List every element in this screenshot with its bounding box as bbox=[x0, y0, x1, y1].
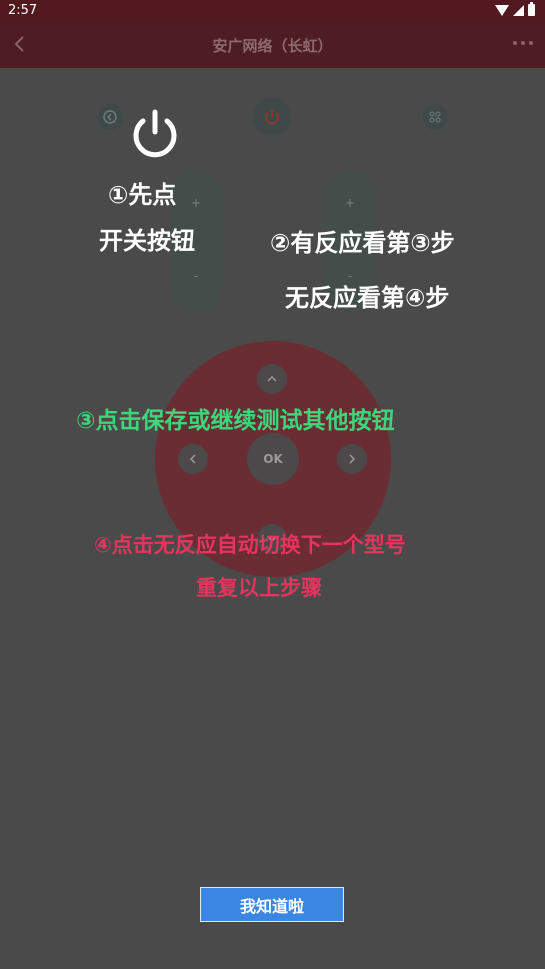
guide-step2-line2: 无反应看第④步 bbox=[285, 284, 450, 312]
status-icons bbox=[495, 2, 535, 16]
signal-icon bbox=[513, 4, 524, 16]
battery-icon bbox=[528, 2, 535, 16]
channel-up[interactable]: + bbox=[324, 196, 376, 210]
chevron-left-icon bbox=[189, 454, 196, 464]
guide-step1-line2: 开关按钮 bbox=[99, 227, 195, 255]
power-button[interactable] bbox=[253, 98, 291, 136]
page-title: 安广网络（长虹） bbox=[212, 37, 333, 55]
guide-step3: ③点击保存或继续测试其他按钮 bbox=[76, 408, 395, 434]
grid-icon bbox=[429, 111, 441, 123]
ok-button[interactable]: OK bbox=[247, 433, 299, 485]
dpad-right-button[interactable] bbox=[337, 444, 367, 474]
wifi-icon bbox=[495, 4, 509, 16]
app-toolbar: 安广网络（长虹） bbox=[0, 22, 545, 68]
status-bar: 2:57 bbox=[0, 0, 545, 22]
power-icon bbox=[265, 110, 279, 125]
dpad-left-button[interactable] bbox=[178, 444, 208, 474]
dpad-up-button[interactable] bbox=[257, 364, 287, 394]
volume-up[interactable]: + bbox=[170, 196, 222, 210]
confirm-button[interactable]: 我知道啦 bbox=[200, 887, 344, 922]
guide-step4-line2: 重复以上步骤 bbox=[196, 576, 322, 600]
chevron-right-icon bbox=[349, 454, 356, 464]
more-options-icon[interactable] bbox=[513, 41, 533, 45]
power-guide-icon bbox=[133, 109, 177, 158]
status-time: 2:57 bbox=[8, 3, 38, 18]
remote-control: + - + - OK bbox=[0, 68, 545, 969]
guide-step1-line1: ①先点 bbox=[108, 181, 177, 209]
chevron-up-icon bbox=[267, 375, 277, 382]
guide-step4-line1: ④点击无反应自动切换下一个型号 bbox=[94, 533, 406, 557]
volume-down[interactable]: - bbox=[170, 269, 222, 283]
menu-grid-button[interactable] bbox=[422, 104, 448, 130]
input-icon bbox=[103, 110, 117, 124]
input-source-button[interactable] bbox=[97, 104, 123, 130]
guide-step2-line1: ②有反应看第③步 bbox=[270, 229, 455, 257]
